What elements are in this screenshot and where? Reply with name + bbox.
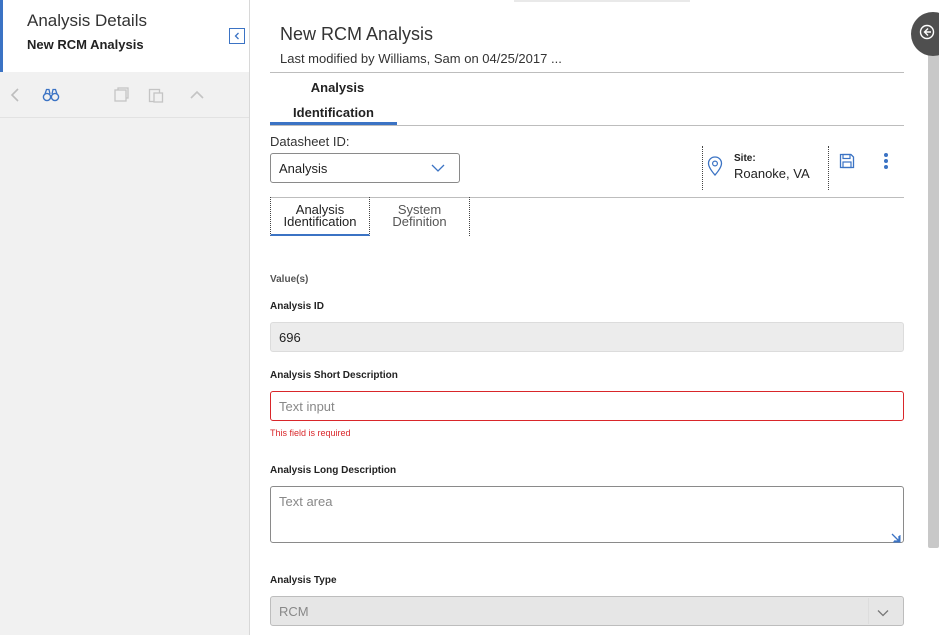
last-modified-text: Last modified by Williams, Sam on 04/25/… bbox=[280, 51, 562, 66]
chevron-down-icon bbox=[877, 605, 889, 620]
resize-handle-icon[interactable] bbox=[891, 530, 901, 548]
divider bbox=[828, 146, 829, 190]
save-icon[interactable] bbox=[839, 153, 855, 174]
subtab-analysis-identification[interactable]: Analysis Identification bbox=[270, 197, 370, 236]
binoculars-icon[interactable] bbox=[42, 86, 60, 104]
required-error-text: This field is required bbox=[270, 428, 351, 438]
left-panel-header: Analysis Details New RCM Analysis bbox=[0, 0, 249, 72]
long-description-label: Analysis Long Description bbox=[270, 465, 397, 476]
site-value: Roanoke, VA bbox=[734, 166, 810, 181]
analysis-id-field: 696 bbox=[270, 322, 904, 352]
scrollbar-thumb[interactable] bbox=[928, 46, 939, 548]
subtab-label-line2: Identification bbox=[283, 214, 357, 229]
panel-toggle-icon bbox=[919, 24, 935, 45]
short-description-input[interactable]: Text input bbox=[270, 391, 904, 421]
tab-analysis-identification[interactable]: Analysis Identification bbox=[270, 73, 397, 125]
analysis-type-select: RCM bbox=[270, 596, 904, 626]
copy-icon[interactable] bbox=[112, 86, 130, 104]
collapse-panel-icon[interactable] bbox=[229, 28, 245, 44]
datasheet-id-label: Datasheet ID: bbox=[270, 134, 350, 149]
collapse-up-icon[interactable] bbox=[188, 86, 206, 104]
tab-label-line1: Analysis bbox=[310, 80, 365, 95]
tab-label-line2: Identification bbox=[293, 105, 374, 120]
subtab-system-definition[interactable]: System Definition bbox=[370, 197, 470, 236]
datasheet-selected-value: Analysis bbox=[279, 161, 328, 176]
top-strip bbox=[514, 0, 690, 2]
location-pin-icon bbox=[707, 156, 723, 181]
page-title: New RCM Analysis bbox=[280, 24, 434, 44]
analysis-id-label: Analysis ID bbox=[270, 301, 324, 312]
divider bbox=[270, 125, 904, 126]
datasheet-select[interactable]: Analysis bbox=[270, 153, 460, 183]
paste-icon[interactable] bbox=[147, 86, 165, 104]
left-panel-title: Analysis Details bbox=[27, 11, 147, 30]
divider bbox=[702, 146, 703, 190]
back-chevron-icon[interactable] bbox=[6, 86, 24, 104]
analysis-type-label: Analysis Type bbox=[270, 575, 337, 586]
analysis-type-value: RCM bbox=[279, 604, 309, 619]
short-description-label: Analysis Short Description bbox=[270, 370, 398, 381]
chevron-down-icon bbox=[431, 161, 445, 176]
left-panel-subtitle: New RCM Analysis bbox=[27, 37, 144, 52]
more-options-icon[interactable] bbox=[881, 153, 891, 171]
divider bbox=[868, 598, 869, 624]
subtab-label-line2: Definition bbox=[392, 214, 447, 229]
site-label: Site: bbox=[734, 153, 756, 164]
long-description-textarea[interactable]: Text area bbox=[270, 486, 904, 543]
values-heading: Value(s) bbox=[270, 274, 309, 285]
